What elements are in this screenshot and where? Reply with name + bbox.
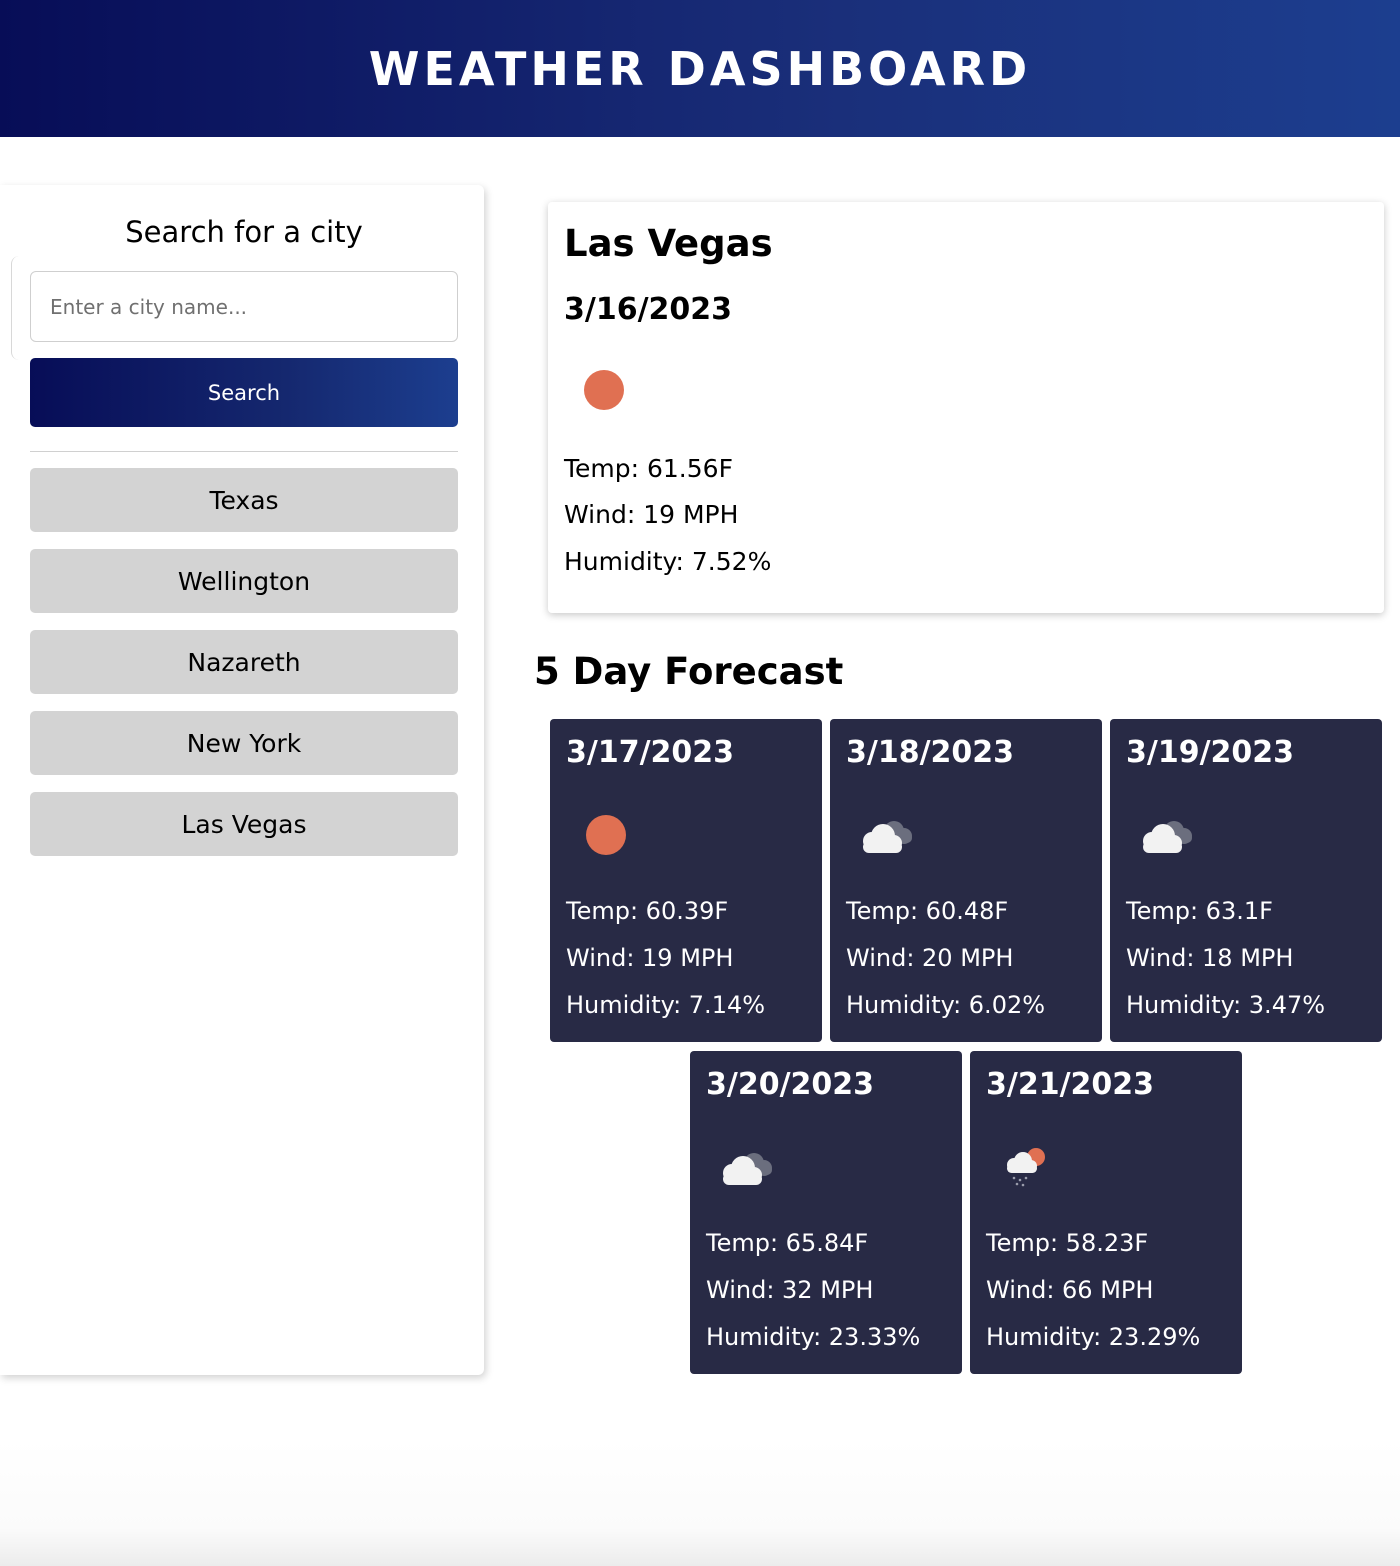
history-item-texas[interactable]: Texas <box>30 468 458 532</box>
forecast-card: 3/19/2023 Temp: 63.1F Wind: 18 MPH Humid… <box>1110 719 1382 1042</box>
current-humidity: Humidity: 7.52% <box>564 547 772 576</box>
forecast-wind: Wind: 66 MPH <box>986 1276 1154 1304</box>
forecast-temp: Temp: 60.48F <box>846 897 1009 925</box>
sun-icon <box>574 360 634 420</box>
forecast-date: 3/21/2023 <box>986 1067 1155 1102</box>
rain-sun-icon <box>990 1137 1062 1197</box>
history-item-new-york[interactable]: New York <box>30 711 458 775</box>
search-sidebar: Search for a city Search Texas Wellingto… <box>0 185 484 1375</box>
forecast-temp: Temp: 63.1F <box>1126 897 1273 925</box>
current-weather-card: Las Vegas 3/16/2023 Temp: 61.56F Wind: 1… <box>548 202 1384 613</box>
forecast-wind: Wind: 18 MPH <box>1126 944 1294 972</box>
page-bottom-shade <box>0 1440 1400 1566</box>
forecast-card: 3/17/2023 Temp: 60.39F Wind: 19 MPH Humi… <box>550 719 822 1042</box>
sidebar-divider <box>30 451 458 452</box>
search-heading: Search for a city <box>125 215 363 249</box>
search-history-list: Texas Wellington Nazareth New York Las V… <box>30 468 458 873</box>
sidebar-decoration <box>11 256 22 360</box>
clouds-icon <box>710 1137 782 1197</box>
clouds-icon <box>1130 805 1202 865</box>
forecast-humidity: Humidity: 23.29% <box>986 1323 1201 1351</box>
history-item-nazareth[interactable]: Nazareth <box>30 630 458 694</box>
current-date: 3/16/2023 <box>564 292 733 327</box>
forecast-card: 3/21/2023 Temp: 58.23F Wind: 66 MPH Humi… <box>970 1051 1242 1374</box>
search-button[interactable]: Search <box>30 358 458 427</box>
forecast-humidity: Humidity: 7.14% <box>566 991 766 1019</box>
page-title: WEATHER DASHBOARD <box>368 41 1032 96</box>
history-item-las-vegas[interactable]: Las Vegas <box>30 792 458 856</box>
city-search-input[interactable] <box>30 271 458 342</box>
forecast-temp: Temp: 60.39F <box>566 897 729 925</box>
forecast-card: 3/20/2023 Temp: 65.84F Wind: 32 MPH Humi… <box>690 1051 962 1374</box>
forecast-heading: 5 Day Forecast <box>534 650 844 693</box>
forecast-date: 3/19/2023 <box>1126 735 1295 770</box>
forecast-wind: Wind: 32 MPH <box>706 1276 874 1304</box>
history-item-wellington[interactable]: Wellington <box>30 549 458 613</box>
forecast-wind: Wind: 19 MPH <box>566 944 734 972</box>
app-header: WEATHER DASHBOARD <box>0 0 1400 137</box>
forecast-wind: Wind: 20 MPH <box>846 944 1014 972</box>
forecast-humidity: Humidity: 23.33% <box>706 1323 921 1351</box>
forecast-humidity: Humidity: 6.02% <box>846 991 1046 1019</box>
forecast-humidity: Humidity: 3.47% <box>1126 991 1326 1019</box>
current-temp: Temp: 61.56F <box>564 454 733 483</box>
forecast-card: 3/18/2023 Temp: 60.48F Wind: 20 MPH Humi… <box>830 719 1102 1042</box>
forecast-date: 3/18/2023 <box>846 735 1015 770</box>
clouds-icon <box>850 805 922 865</box>
forecast-date: 3/20/2023 <box>706 1067 875 1102</box>
current-city-name: Las Vegas <box>564 222 773 265</box>
forecast-date: 3/17/2023 <box>566 735 735 770</box>
forecast-temp: Temp: 58.23F <box>986 1229 1149 1257</box>
forecast-temp: Temp: 65.84F <box>706 1229 869 1257</box>
sun-icon <box>570 805 642 865</box>
current-wind: Wind: 19 MPH <box>564 500 739 529</box>
